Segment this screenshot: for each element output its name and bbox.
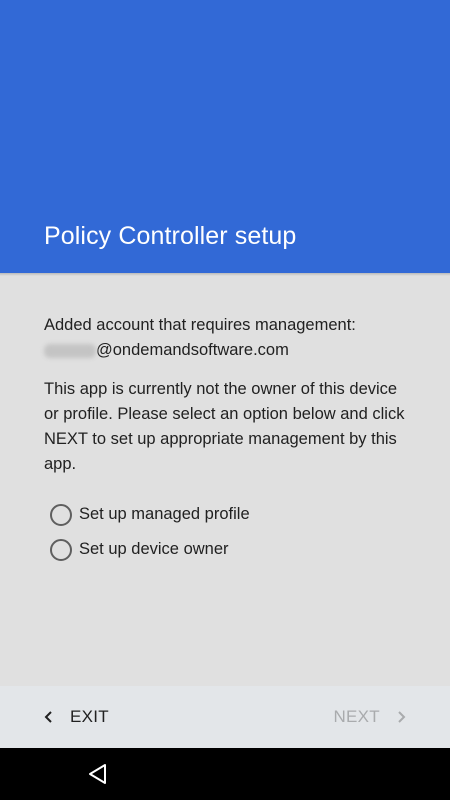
account-email: @ondemandsoftware.com xyxy=(44,338,414,363)
exit-label: EXIT xyxy=(70,707,109,726)
footer-bar: EXIT NEXT xyxy=(0,686,450,748)
page-title: Policy Controller setup xyxy=(44,222,297,250)
setup-options: Set up managed profile Set up device own… xyxy=(50,497,250,567)
account-info: Added account that requires management: … xyxy=(44,313,414,363)
app-header: Policy Controller setup xyxy=(0,0,450,273)
option-managed-profile[interactable]: Set up managed profile xyxy=(50,497,250,532)
option-label: Set up managed profile xyxy=(79,505,250,523)
back-triangle-icon[interactable] xyxy=(86,762,110,786)
option-device-owner[interactable]: Set up device owner xyxy=(50,532,250,567)
setup-description: This app is currently not the owner of t… xyxy=(44,380,405,473)
chevron-right-icon xyxy=(398,711,406,723)
chevron-left-icon xyxy=(44,711,52,723)
setup-content: Added account that requires management: … xyxy=(44,313,414,499)
exit-button[interactable]: EXIT xyxy=(40,686,109,748)
option-label: Set up device owner xyxy=(79,540,229,558)
header-shadow xyxy=(0,273,450,276)
radio-button-icon[interactable] xyxy=(50,538,72,561)
next-label: NEXT xyxy=(333,707,380,726)
system-navigation-bar xyxy=(0,748,450,800)
redacted-username xyxy=(44,343,96,358)
next-button[interactable]: NEXT xyxy=(333,686,410,748)
radio-button-icon[interactable] xyxy=(50,503,72,526)
email-domain: @ondemandsoftware.com xyxy=(96,341,289,359)
account-line: Added account that requires management: xyxy=(44,316,356,334)
